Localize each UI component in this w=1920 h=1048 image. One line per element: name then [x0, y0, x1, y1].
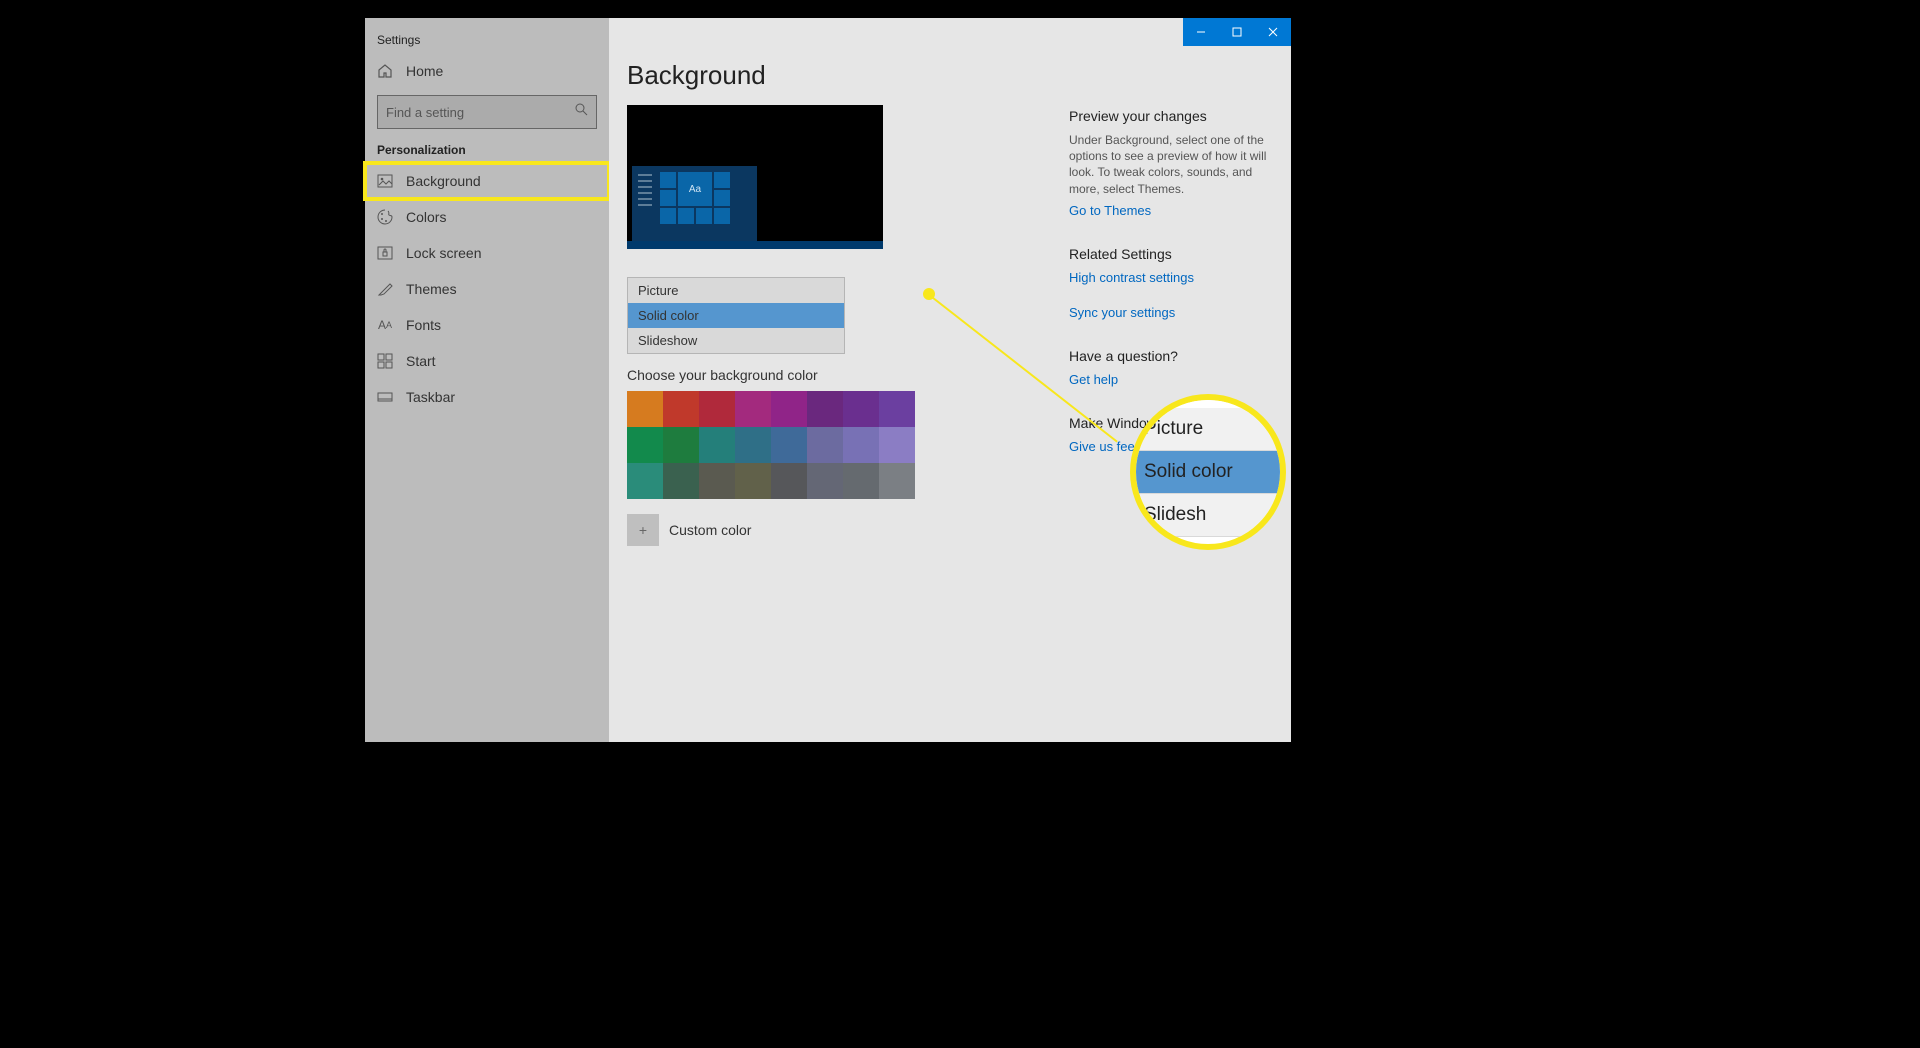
titlebar [1183, 18, 1291, 46]
color-swatch[interactable] [771, 391, 807, 427]
preview-sample-text: Aa [678, 172, 712, 206]
sidebar-item-label: Taskbar [406, 389, 455, 405]
plus-icon[interactable]: + [627, 514, 659, 546]
main-content: Background Aa Picture Solid color Slides… [609, 18, 1291, 742]
preview-taskbar [627, 241, 883, 249]
sidebar-item-label: Lock screen [406, 245, 481, 261]
sidebar-item-label: Background [406, 173, 481, 189]
zoom-option-slideshow: Slidesh [1130, 494, 1286, 537]
color-swatch[interactable] [807, 463, 843, 499]
sidebar-item-label: Fonts [406, 317, 441, 333]
brush-icon [377, 281, 393, 297]
color-swatch[interactable] [627, 391, 663, 427]
settings-window: Settings Home Personalization Background… [365, 18, 1291, 742]
sidebar-item-label: Start [406, 353, 436, 369]
zoom-callout: Picture Solid color Slidesh [1130, 394, 1286, 550]
related-settings-head: Related Settings [1069, 246, 1279, 262]
color-swatch[interactable] [843, 391, 879, 427]
home-icon [377, 63, 393, 79]
search-box[interactable] [377, 95, 597, 129]
picture-icon [377, 173, 393, 189]
get-help-link[interactable]: Get help [1069, 372, 1279, 387]
sidebar-item-label: Themes [406, 281, 457, 297]
section-label: Personalization [365, 143, 609, 163]
zoom-option-picture: Picture [1130, 408, 1286, 451]
taskbar-icon [377, 389, 393, 405]
color-swatch[interactable] [843, 463, 879, 499]
color-swatch[interactable] [699, 463, 735, 499]
sidebar-item-background[interactable]: Background [365, 163, 609, 199]
palette-icon [377, 209, 393, 225]
color-swatch[interactable] [879, 427, 915, 463]
sidebar-item-taskbar[interactable]: Taskbar [365, 379, 609, 415]
dropdown-option-solid-color[interactable]: Solid color [628, 303, 844, 328]
start-icon [377, 353, 393, 369]
color-swatch[interactable] [699, 391, 735, 427]
home-label: Home [406, 63, 443, 79]
sidebar-item-themes[interactable]: Themes [365, 271, 609, 307]
color-swatch[interactable] [771, 427, 807, 463]
sidebar: Settings Home Personalization Background… [365, 18, 609, 742]
close-button[interactable] [1255, 18, 1291, 46]
dropdown-option-slideshow[interactable]: Slideshow [628, 328, 844, 353]
minimize-button[interactable] [1183, 18, 1219, 46]
window-title: Settings [365, 18, 609, 55]
color-swatch[interactable] [627, 463, 663, 499]
maximize-button[interactable] [1219, 18, 1255, 46]
color-swatch[interactable] [627, 427, 663, 463]
sidebar-item-label: Colors [406, 209, 446, 225]
search-input[interactable] [386, 105, 575, 120]
preview-start-menu: Aa [632, 166, 757, 241]
color-swatch[interactable] [879, 463, 915, 499]
background-dropdown[interactable]: Picture Solid color Slideshow [627, 277, 845, 354]
desktop-preview: Aa [627, 105, 883, 249]
color-swatch[interactable] [663, 427, 699, 463]
lock-icon [377, 245, 393, 261]
dropdown-option-picture[interactable]: Picture [628, 278, 844, 303]
color-swatch[interactable] [735, 391, 771, 427]
custom-color-label: Custom color [669, 522, 751, 538]
zoom-option-solid-color: Solid color [1130, 451, 1286, 494]
color-swatch[interactable] [807, 391, 843, 427]
color-swatch[interactable] [699, 427, 735, 463]
color-swatch[interactable] [735, 463, 771, 499]
sync-settings-link[interactable]: Sync your settings [1069, 305, 1279, 320]
font-icon: AA [377, 317, 393, 333]
annotation-dot [923, 288, 935, 300]
home-button[interactable]: Home [365, 55, 609, 87]
color-swatch[interactable] [879, 391, 915, 427]
color-swatch[interactable] [663, 463, 699, 499]
high-contrast-link[interactable]: High contrast settings [1069, 270, 1279, 285]
color-swatch[interactable] [771, 463, 807, 499]
go-to-themes-link[interactable]: Go to Themes [1069, 203, 1279, 218]
color-swatch[interactable] [843, 427, 879, 463]
color-swatch[interactable] [807, 427, 843, 463]
sidebar-item-fonts[interactable]: AA Fonts [365, 307, 609, 343]
preview-changes-head: Preview your changes [1069, 108, 1279, 124]
color-swatch[interactable] [663, 391, 699, 427]
preview-changes-body: Under Background, select one of the opti… [1069, 132, 1279, 197]
sidebar-item-colors[interactable]: Colors [365, 199, 609, 235]
sidebar-item-start[interactable]: Start [365, 343, 609, 379]
have-question-head: Have a question? [1069, 348, 1279, 364]
color-swatch[interactable] [735, 427, 771, 463]
sidebar-item-lockscreen[interactable]: Lock screen [365, 235, 609, 271]
search-icon [575, 103, 588, 121]
